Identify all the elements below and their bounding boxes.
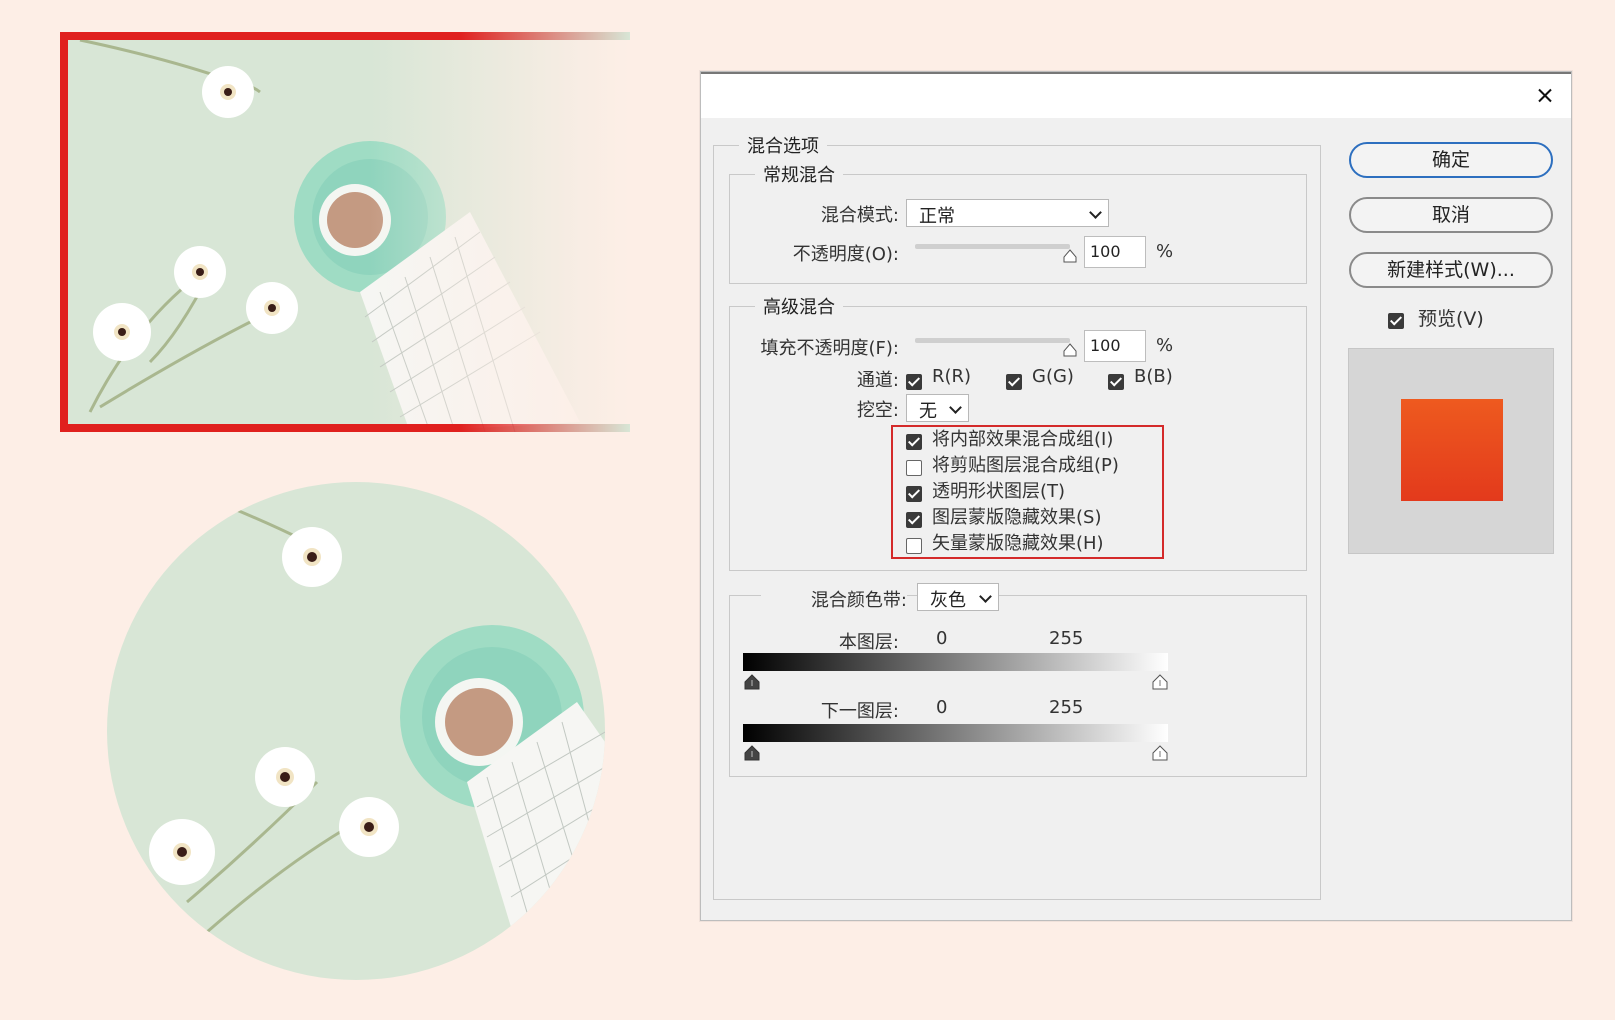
underlying-low-value: 0 [936,697,948,718]
this-layer-gradient[interactable] [743,653,1168,671]
chevron-down-icon [949,401,962,414]
channel-g-checkbox[interactable] [1006,374,1022,390]
opacity-slider-thumb[interactable] [1063,249,1077,263]
underlying-high-value: 255 [1049,697,1084,718]
layer-mask-hides-effects-label: 图层蒙版隐藏效果(S) [932,507,1102,528]
opacity-unit: % [1156,241,1174,262]
blend-clipped-layers-label: 将剪贴图层混合成组(P) [932,455,1119,476]
channel-r-label: R(R) [932,366,972,387]
general-blending-title: 常规混合 [755,161,843,187]
chevron-down-icon [979,590,992,603]
circle-still-life [107,482,605,980]
underlying-black-slider[interactable] [743,745,761,761]
channel-b-label: B(B) [1134,366,1173,387]
layer-mask-hides-effects-checkbox[interactable] [906,512,922,528]
fill-opacity-label: 填充不透明度(F): [760,338,899,359]
fill-opacity-slider-thumb[interactable] [1063,343,1077,357]
framed-photo [60,32,630,432]
channel-g-label: G(G) [1032,366,1074,387]
knockout-select[interactable]: 无 [906,394,969,422]
this-layer-black-slider[interactable] [743,674,761,690]
blend-clipped-layers-checkbox[interactable] [906,460,922,476]
channel-b-checkbox[interactable] [1108,374,1124,390]
knockout-value: 无 [919,401,937,422]
transparency-shapes-layer-label: 透明形状图层(T) [932,481,1066,502]
channels-label: 通道: [856,370,899,391]
blend-if-label: 混合颜色带: [761,586,907,612]
circle-photo [107,482,605,980]
opacity-input[interactable]: 100 [1084,236,1146,268]
opacity-label: 不透明度(O): [792,244,899,265]
blend-options-title: 混合选项 [739,132,827,158]
blend-mode-label: 混合模式: [820,205,899,226]
blend-if-select[interactable]: 灰色 [917,583,999,611]
new-style-button[interactable]: 新建样式(W)... [1349,252,1553,288]
preview-swatch [1401,399,1503,501]
underlying-layer-label: 下一图层: [820,701,899,722]
blend-mode-select[interactable]: 正常 [906,199,1109,227]
vector-mask-hides-effects-checkbox[interactable] [906,538,922,554]
preview-label: 预览(V) [1418,308,1484,330]
blend-interior-effects-label: 将内部效果混合成组(I) [932,429,1114,450]
cancel-button[interactable]: 取消 [1349,197,1553,233]
blend-mode-value: 正常 [919,206,955,227]
layer-style-dialog: 混合选项 常规混合 混合模式: 正常 不透明度(O): 100 % 高级混合 填… [700,71,1572,921]
this-layer-low-value: 0 [936,628,948,649]
general-blending-group [729,174,1307,284]
blend-if-group [729,595,1307,777]
fill-opacity-unit: % [1156,335,1174,356]
this-layer-white-slider[interactable] [1151,674,1169,690]
ok-button[interactable]: 确定 [1349,142,1553,178]
dialog-titlebar [701,72,1571,118]
preview-checkbox[interactable] [1388,313,1404,329]
blend-if-value: 灰色 [930,590,966,611]
knockout-label: 挖空: [856,400,899,421]
fill-opacity-slider[interactable] [915,338,1070,343]
this-layer-label: 本图层: [838,632,899,653]
blend-interior-effects-checkbox[interactable] [906,434,922,450]
transparency-shapes-layer-checkbox[interactable] [906,486,922,502]
chevron-down-icon [1089,206,1102,219]
advanced-blending-title: 高级混合 [755,293,843,319]
underlying-layer-gradient[interactable] [743,724,1168,742]
underlying-white-slider[interactable] [1151,745,1169,761]
fill-opacity-input[interactable]: 100 [1084,330,1146,362]
opacity-slider[interactable] [915,244,1070,249]
style-preview [1348,348,1554,554]
this-layer-high-value: 255 [1049,628,1084,649]
vector-mask-hides-effects-label: 矢量蒙版隐藏效果(H) [932,533,1104,554]
close-icon[interactable] [1533,84,1557,108]
channel-r-checkbox[interactable] [906,374,922,390]
